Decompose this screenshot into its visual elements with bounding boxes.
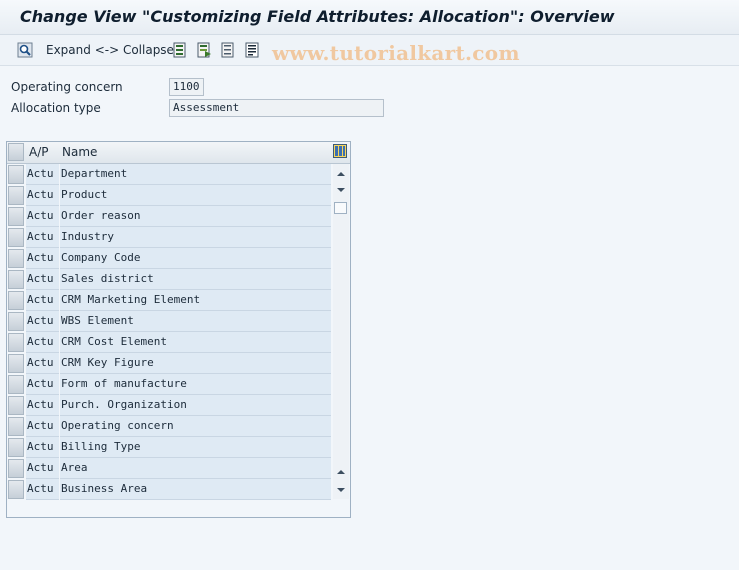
- deselect-all-button[interactable]: [220, 41, 236, 59]
- cell-name: Department: [60, 164, 331, 185]
- cell-name: CRM Key Figure: [60, 353, 331, 374]
- row-selector[interactable]: [8, 165, 24, 184]
- cell-name: Order reason: [60, 206, 331, 227]
- cell-name: WBS Element: [60, 311, 331, 332]
- cell-name: Business Area: [60, 479, 331, 500]
- allocation-type-field[interactable]: Assessment: [169, 99, 384, 117]
- cell-name: CRM Cost Element: [60, 332, 331, 353]
- details-button[interactable]: [244, 41, 260, 59]
- cell-name: CRM Marketing Element: [60, 290, 331, 311]
- cell-ap: Actu: [26, 206, 59, 227]
- cell-ap: Actu: [26, 395, 59, 416]
- cell-ap: Actu: [26, 227, 59, 248]
- select-all-rows-cell[interactable]: [8, 143, 24, 161]
- cell-ap: Actu: [26, 269, 59, 290]
- table-row[interactable]: Actu Billing Type: [7, 437, 331, 458]
- cell-ap: Actu: [26, 185, 59, 206]
- select-block-button[interactable]: [196, 41, 212, 59]
- cell-ap: Actu: [26, 311, 59, 332]
- deselect-all-icon: [221, 42, 234, 58]
- expand-collapse-button[interactable]: Expand <-> Collapse: [46, 41, 174, 59]
- row-selector[interactable]: [8, 396, 24, 415]
- table-row[interactable]: Actu WBS Element: [7, 311, 331, 332]
- cell-ap: Actu: [26, 353, 59, 374]
- cell-name: Sales district: [60, 269, 331, 290]
- table-row[interactable]: Actu Company Code: [7, 248, 331, 269]
- row-selector[interactable]: [8, 186, 24, 205]
- cell-ap: Actu: [26, 332, 59, 353]
- table-row[interactable]: Actu Area: [7, 458, 331, 479]
- row-selector[interactable]: [8, 438, 24, 457]
- allocation-table: A/P Name Actu Department Actu Product Actu Or…: [6, 141, 351, 518]
- table-row[interactable]: Actu Form of manufacture: [7, 374, 331, 395]
- row-selector[interactable]: [8, 312, 24, 331]
- select-block-icon: [197, 42, 211, 58]
- table-row[interactable]: Actu Industry: [7, 227, 331, 248]
- row-selector[interactable]: [8, 480, 24, 499]
- vertical-scrollbar[interactable]: [333, 164, 349, 499]
- row-selector[interactable]: [8, 333, 24, 352]
- operating-concern-field[interactable]: 1100: [169, 78, 204, 96]
- table-header: A/P Name: [7, 142, 350, 164]
- cell-name: Company Code: [60, 248, 331, 269]
- scroll-up-icon[interactable]: [335, 168, 347, 180]
- row-selector[interactable]: [8, 459, 24, 478]
- title-bar: Change View "Customizing Field Attribute…: [0, 0, 739, 35]
- table-row[interactable]: Actu Purch. Organization: [7, 395, 331, 416]
- expand-collapse-label: Expand <-> Collapse: [46, 43, 174, 57]
- column-header-ap[interactable]: A/P: [29, 145, 49, 159]
- row-selector[interactable]: [8, 207, 24, 226]
- cell-name: Billing Type: [60, 437, 331, 458]
- column-configuration-icon[interactable]: [333, 144, 347, 158]
- page-up-icon[interactable]: [335, 466, 347, 478]
- page-down-icon[interactable]: [335, 484, 347, 496]
- cell-ap: Actu: [26, 374, 59, 395]
- table-row[interactable]: Actu Product: [7, 185, 331, 206]
- table-row[interactable]: Actu CRM Cost Element: [7, 332, 331, 353]
- table-row[interactable]: Actu Operating concern: [7, 416, 331, 437]
- select-all-button[interactable]: [172, 41, 188, 59]
- table-row[interactable]: Actu CRM Marketing Element: [7, 290, 331, 311]
- find-button[interactable]: [17, 41, 33, 59]
- allocation-type-label: Allocation type: [11, 101, 101, 115]
- cell-name: Product: [60, 185, 331, 206]
- row-selector[interactable]: [8, 270, 24, 289]
- cell-ap: Actu: [26, 248, 59, 269]
- cell-ap: Actu: [26, 458, 59, 479]
- operating-concern-label: Operating concern: [11, 80, 123, 94]
- cell-ap: Actu: [26, 479, 59, 500]
- window-title: Change View "Customizing Field Attribute…: [20, 7, 615, 26]
- row-selector[interactable]: [8, 228, 24, 247]
- find-icon: [17, 42, 33, 58]
- row-selector[interactable]: [8, 291, 24, 310]
- cell-ap: Actu: [26, 437, 59, 458]
- scrollbar-thumb[interactable]: [334, 202, 347, 214]
- table-row[interactable]: Actu CRM Key Figure: [7, 353, 331, 374]
- cell-ap: Actu: [26, 164, 59, 185]
- scroll-down-icon[interactable]: [335, 184, 347, 196]
- cell-ap: Actu: [26, 290, 59, 311]
- row-selector[interactable]: [8, 249, 24, 268]
- table-row[interactable]: Actu Business Area: [7, 479, 331, 500]
- row-selector[interactable]: [8, 375, 24, 394]
- column-header-name[interactable]: Name: [62, 145, 97, 159]
- watermark: www.tutorialkart.com: [272, 41, 520, 65]
- row-selector[interactable]: [8, 354, 24, 373]
- cell-ap: Actu: [26, 416, 59, 437]
- cell-name: Operating concern: [60, 416, 331, 437]
- cell-name: Industry: [60, 227, 331, 248]
- table-row[interactable]: Actu Department: [7, 164, 331, 185]
- select-all-icon: [173, 42, 186, 58]
- cell-name: Area: [60, 458, 331, 479]
- cell-name: Purch. Organization: [60, 395, 331, 416]
- cell-name: Form of manufacture: [60, 374, 331, 395]
- row-selector[interactable]: [8, 417, 24, 436]
- table-row[interactable]: Actu Sales district: [7, 269, 331, 290]
- details-icon: [245, 42, 259, 58]
- table-row[interactable]: Actu Order reason: [7, 206, 331, 227]
